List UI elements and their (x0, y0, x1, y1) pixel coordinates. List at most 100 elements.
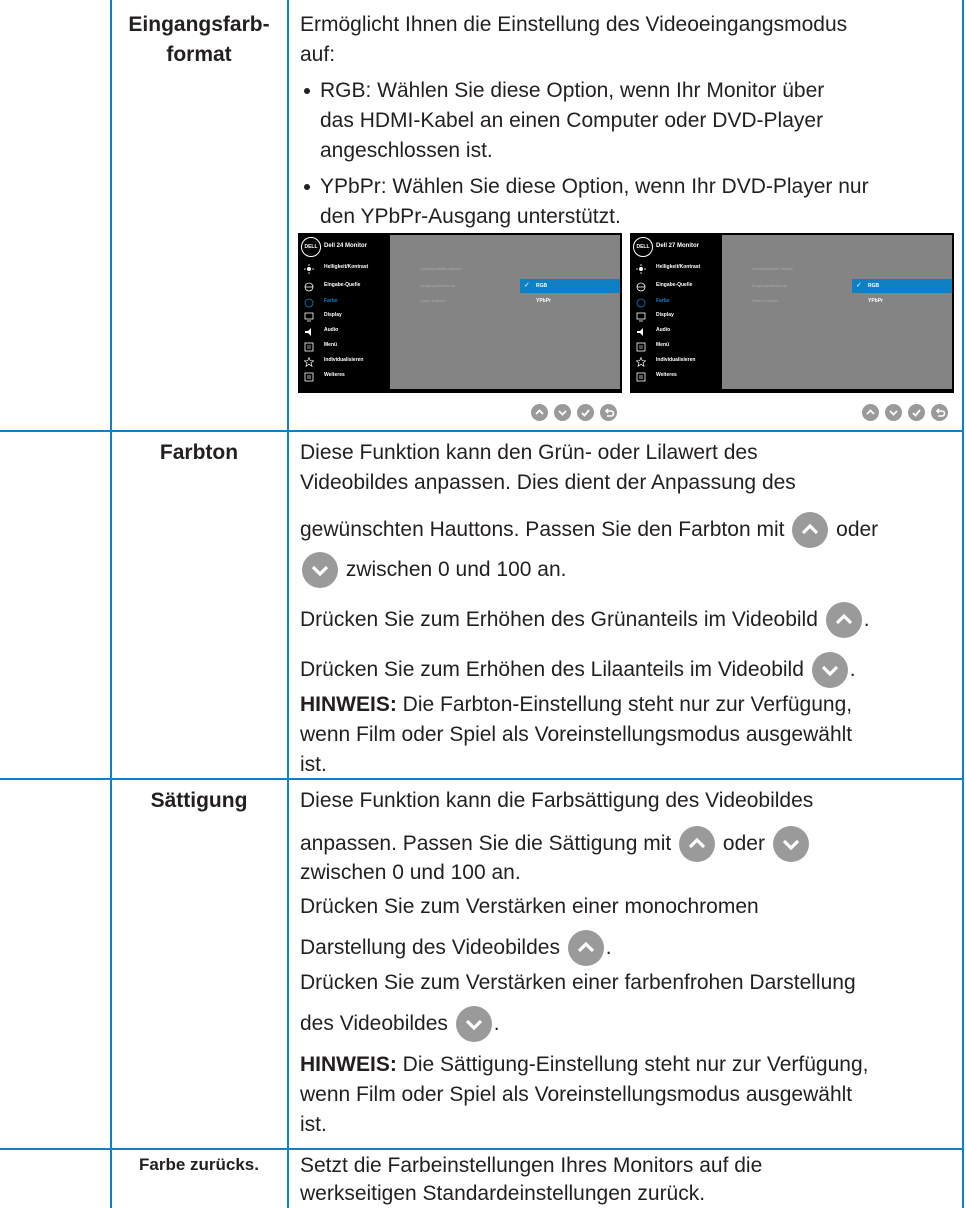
osd-screenshot-27: DELL Dell 27 Monitor Helligkeit/Kontrast… (630, 233, 954, 393)
row-desc-farbton: Diese Funktion kann den Grün- oder Lilaw… (300, 438, 960, 780)
desc-text: Drücken Sie zum Erhöhen des Lilaanteils … (300, 658, 804, 681)
dell-logo-icon: DELL (301, 237, 321, 257)
star-icon (303, 354, 315, 368)
note-text: Die Sättigung-Einstellung steht nur zur … (402, 1053, 869, 1076)
desc-line: Setzt die Farbeinstellungen Ihres Monito… (300, 1154, 763, 1177)
down-button-icon (885, 404, 902, 422)
osd-screenshot-24: DELL Dell 24 Monitor Helligkeit/Kontrast… (298, 233, 622, 393)
desc-line: Drücken Sie zum Erhöhen des Lilaanteils … (300, 650, 960, 690)
note-text: Die Farbton-Einstellung steht nur zur Ve… (402, 693, 853, 716)
brightness-icon (636, 261, 646, 274)
row-name-eingangsfarbformat: Eingangsfarb- format (112, 10, 286, 70)
osd-menu-item: Eingabe-Quelle (656, 282, 693, 288)
bullet-ypbpr: YPbPr: Wählen Sie diese Option, wenn Ihr… (300, 172, 960, 232)
osd-menu-item: Weiteres (324, 372, 345, 378)
others-icon (304, 369, 314, 382)
osd-panel: Voreingestellter Modus Eingangsfarbforma… (390, 235, 620, 389)
menu-icon (636, 339, 646, 352)
desc-line: Drücken Sie zum Erhöhen des Grünanteils … (300, 600, 960, 640)
input-source-icon (636, 279, 646, 292)
osd-label: Voreingestellter Modus (752, 266, 793, 271)
desc-text: oder (836, 518, 879, 541)
down-button-icon (554, 404, 571, 422)
osd-menu-item: Farbe (324, 298, 338, 304)
osd-menu-item: Eingabe-Quelle (324, 282, 361, 288)
desc-line: RGB: Wählen Sie diese Option, wenn Ihr M… (320, 79, 825, 102)
desc-line: werkseitigen Standardeinstellungen zurüc… (300, 1182, 706, 1205)
desc-text: Drücken Sie zum Erhöhen des Grünanteils … (300, 608, 818, 631)
row-name-saettigung: Sättigung (150, 789, 248, 812)
up-button-icon (825, 602, 862, 639)
up-button-icon (531, 404, 548, 422)
osd-sidebar: DELL Dell 27 Monitor Helligkeit/Kontrast… (630, 233, 722, 393)
osd-label: Eingangsfarbformat (420, 283, 455, 288)
osd-option: YPbPr (536, 298, 552, 304)
osd-menu-item: Individualisieren (656, 357, 696, 363)
row-name-farbe-zuruecks: Farbe zurücks. (139, 1155, 259, 1174)
desc-line: den YPbPr-Ausgang unterstützt. (320, 205, 621, 228)
desc-line: Videobildes anpassen. Dies dient der Anp… (300, 471, 796, 494)
down-button-icon (302, 552, 338, 589)
menu-icon (304, 339, 314, 352)
osd-panel: Voreingestellter Modus Eingangsfarbforma… (722, 235, 952, 389)
display-icon (304, 309, 314, 322)
check-icon: ✓ (524, 282, 530, 289)
osd-option: YPbPr (868, 298, 884, 304)
osd-menu-item: Menü (324, 342, 338, 348)
row-name-farbton: Farbton (159, 441, 239, 464)
check-icon: ✓ (856, 282, 862, 289)
osd-title: Dell 24 Monitor (324, 243, 368, 249)
osd-option: RGB (536, 283, 548, 289)
osd-menu-item: Individualisieren (324, 357, 364, 363)
osd-selection (520, 279, 620, 293)
row-name-line: format (166, 43, 232, 66)
osd-menu-item: Display (656, 312, 674, 318)
osd-menu-item: Weiteres (656, 372, 677, 378)
audio-icon (304, 324, 314, 336)
row-name-line: Eingangsfarb- (128, 13, 270, 36)
osd-label: Eingangsfarbformat (752, 283, 787, 288)
note-text: wenn Film oder Spiel als Voreinstellungs… (300, 1083, 853, 1106)
row-desc-eingangsfarbformat: Ermöglicht Ihnen die Einstellung des Vid… (300, 10, 960, 232)
input-source-icon (304, 279, 314, 292)
osd-menu-item: Farbe (656, 298, 670, 304)
color-icon (636, 295, 646, 308)
osd-label: Farbe zurücks. (420, 298, 447, 303)
table-rule-mid (287, 0, 289, 1208)
note: HINWEIS: Die Sättigung-Einstellung steht… (300, 1050, 960, 1080)
desc-text: anpassen. Passen Sie die Sättigung mit (300, 832, 672, 855)
desc-line: das HDMI-Kabel an einen Computer oder DV… (320, 109, 824, 132)
desc-line: auf: (300, 43, 336, 66)
down-button-icon (811, 652, 848, 689)
row-desc-farbe-zuruecks: Setzt die Farbeinstellungen Ihres Monito… (300, 1152, 960, 1208)
osd-menu-item: Helligkeit/Kontrast (656, 264, 701, 270)
osd-label: Farbe zurücks. (752, 298, 779, 303)
brightness-icon (304, 261, 314, 274)
check-button-icon (577, 404, 594, 422)
osd-menu-item: Display (324, 312, 342, 318)
star-icon (635, 354, 647, 368)
down-button-icon (772, 826, 809, 863)
back-button-icon (600, 404, 617, 422)
note-label: HINWEIS: (300, 1053, 397, 1076)
back-button-icon (931, 404, 948, 422)
desc-line: Ermöglicht Ihnen die Einstellung des Vid… (300, 13, 848, 36)
others-icon (636, 369, 646, 382)
desc-line: Drücken Sie zum Verstärken einer farbenf… (300, 971, 856, 994)
desc-line: Drücken Sie zum Verstärken einer monochr… (300, 895, 759, 918)
display-icon (636, 309, 646, 322)
desc-line: zwischen 0 und 100 an. (300, 550, 960, 590)
settings-table: Eingangsfarb- format Ermöglicht Ihnen di… (0, 0, 966, 1208)
osd-nav-buttons-left (531, 404, 623, 422)
osd-option: RGB (868, 283, 880, 289)
desc-line: angeschlossen ist. (320, 139, 493, 162)
desc-text: oder (722, 832, 765, 855)
desc-text: zwischen 0 und 100 an. (345, 558, 567, 581)
osd-title: Dell 27 Monitor (656, 243, 700, 249)
desc-line: YPbPr: Wählen Sie diese Option, wenn Ihr… (320, 175, 869, 198)
up-button-icon (862, 404, 879, 422)
osd-menu-item: Helligkeit/Kontrast (324, 264, 369, 270)
note-text: ist. (300, 753, 327, 776)
dell-logo-icon: DELL (633, 237, 653, 257)
note-label: HINWEIS: (300, 693, 397, 716)
